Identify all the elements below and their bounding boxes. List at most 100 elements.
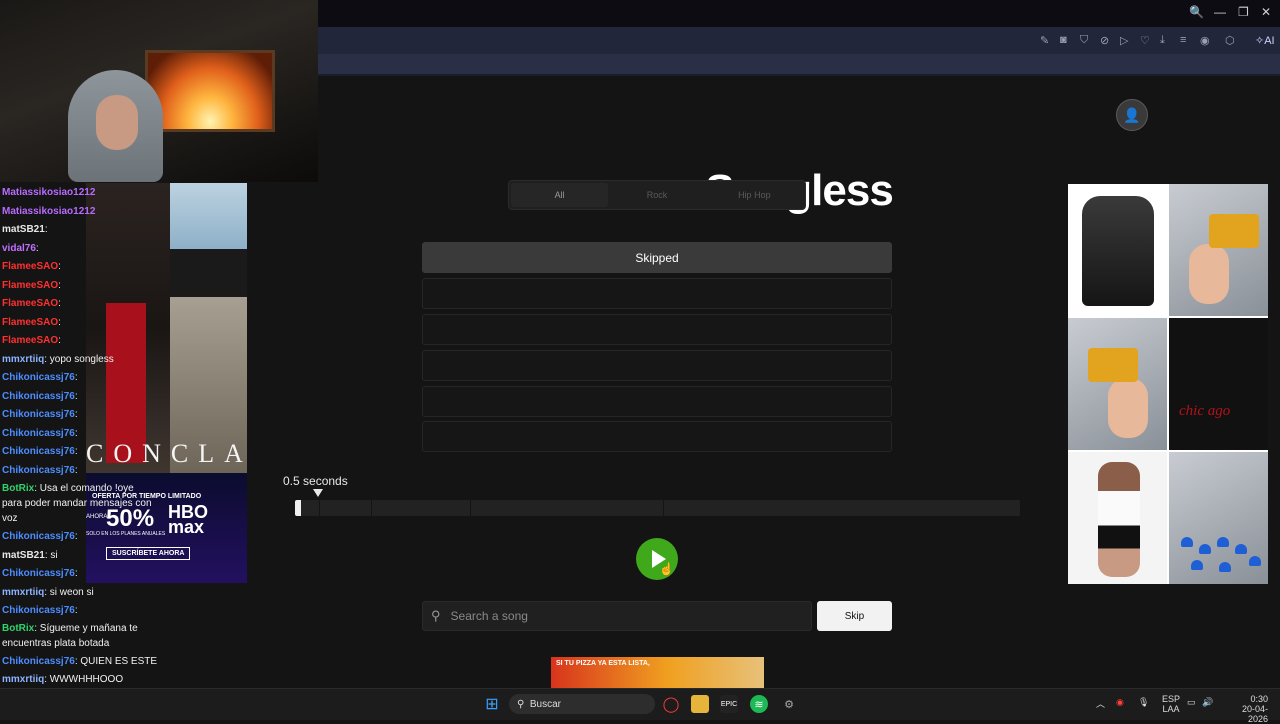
download-icon[interactable]: ⤓ — [1160, 34, 1165, 47]
chat-username[interactable]: Chikonicassj76 — [2, 428, 75, 439]
chat-username[interactable]: Matiassikosiao1212 — [2, 187, 95, 198]
close-button[interactable]: ✕ — [1261, 5, 1271, 19]
play-icon[interactable]: ▷ — [1120, 34, 1128, 47]
chat-username[interactable]: BotRix — [2, 623, 34, 634]
heart-icon[interactable]: ♡ — [1140, 34, 1150, 47]
chat-username[interactable]: Chikonicassj76 — [2, 656, 75, 667]
ad-dent-kit[interactable] — [1169, 452, 1268, 584]
chevron-up-icon[interactable]: ︿ — [1096, 697, 1105, 710]
progress-fill — [295, 500, 301, 516]
camera-icon[interactable]: ◙ — [1060, 34, 1067, 46]
chat-username[interactable]: Chikonicassj76 — [2, 372, 75, 383]
chat-text: : — [74, 605, 78, 616]
ad-clothing-model[interactable] — [1068, 452, 1167, 584]
chat-username[interactable]: FlameeSAO — [2, 280, 58, 291]
menu-icon[interactable]: ≡ — [1180, 34, 1186, 46]
chat-username[interactable]: mmxrtiiq — [2, 587, 44, 598]
chat-message: vidal76: — [2, 242, 39, 255]
opera-icon[interactable]: ◯ — [662, 695, 680, 713]
epic-games-icon[interactable]: EPIC — [720, 695, 738, 713]
address-bar[interactable] — [318, 27, 1280, 54]
tab-all[interactable]: All — [511, 183, 609, 207]
ad-dent-tool[interactable] — [1169, 184, 1268, 316]
chat-username[interactable]: mmxrtiiq — [2, 354, 44, 365]
bookmarks-bar — [318, 54, 1280, 76]
chat-message: Chikonicassj76: — [2, 567, 78, 580]
language-indicator[interactable]: ESP LAA — [1162, 694, 1180, 714]
ad-sweater[interactable]: chic ago — [1169, 318, 1268, 450]
minimize-button[interactable]: — — [1214, 5, 1226, 19]
chat-username[interactable]: Chikonicassj76 — [2, 446, 75, 457]
song-search-field[interactable]: ⚲ — [422, 601, 812, 631]
chat-message: voz — [2, 512, 18, 525]
pizza-ad-banner[interactable]: SI TU PIZZA YA ESTA LISTA, — [551, 657, 764, 688]
ad-jacket[interactable] — [1068, 184, 1167, 316]
ai-label: AI — [1264, 35, 1275, 47]
taskbar-search[interactable]: ⚲ Buscar — [509, 694, 655, 714]
chat-username[interactable]: mmxrtiiq — [2, 674, 44, 685]
hand-image — [1108, 378, 1148, 438]
spotify-icon[interactable]: ≋ — [750, 695, 768, 713]
chat-message: FlameeSAO: — [2, 279, 61, 292]
skip-button[interactable]: Skip — [817, 601, 892, 631]
chat-text: : — [35, 243, 39, 254]
microphone-icon[interactable]: 🎙 — [1138, 697, 1149, 708]
chat-username[interactable]: Chikonicassj76 — [2, 531, 75, 542]
ad-dent-tool-2[interactable] — [1068, 318, 1167, 450]
chat-username[interactable]: Chikonicassj76 — [2, 391, 75, 402]
chat-username[interactable]: FlameeSAO — [2, 335, 58, 346]
product-ad-grid[interactable]: chic ago — [1068, 184, 1268, 584]
app-icon[interactable]: ⚙ — [780, 695, 798, 713]
max-logo-text: max — [168, 517, 205, 537]
chat-text: encuentras plata botada — [2, 638, 110, 649]
block-icon[interactable]: ⊘ — [1100, 34, 1109, 47]
chat-text: : Usa el comando !oye — [34, 483, 134, 494]
monitor-icon[interactable]: ▭ — [1187, 697, 1196, 708]
chat-text: : — [74, 372, 78, 383]
chat-username[interactable]: BotRix — [2, 483, 34, 494]
chat-username[interactable]: matSB21 — [2, 224, 45, 235]
chat-username[interactable]: FlameeSAO — [2, 317, 58, 328]
extension-icon[interactable]: ⬡ — [1225, 34, 1235, 47]
chat-message: Chikonicassj76: — [2, 408, 78, 421]
ai-button[interactable]: ✧AI — [1255, 34, 1275, 47]
search-icon[interactable]: 🔍 — [1189, 5, 1204, 19]
chat-message: matSB21: — [2, 223, 48, 236]
progress-segment-divider — [319, 500, 320, 516]
chat-username[interactable]: Chikonicassj76 — [2, 409, 75, 420]
chat-username[interactable]: matSB21 — [2, 550, 45, 561]
profile-icon[interactable]: ◉ — [1200, 34, 1210, 47]
jacket-image — [1082, 196, 1154, 306]
chat-username[interactable]: Chikonicassj76 — [2, 465, 75, 476]
chat-message: mmxrtiiq: yopo songless — [2, 353, 114, 366]
sweater-text: chic ago — [1179, 403, 1231, 419]
chat-username[interactable]: vidal76 — [2, 243, 36, 254]
hand-image — [1189, 244, 1229, 304]
chat-message: Chikonicassj76: — [2, 371, 78, 384]
chat-username[interactable]: Chikonicassj76 — [2, 568, 75, 579]
user-account-button[interactable]: 👤 — [1116, 99, 1148, 131]
chat-username[interactable]: FlameeSAO — [2, 261, 58, 272]
clock-date: 20-04-2026 — [1241, 704, 1268, 724]
clock-time: 0:30 — [1250, 694, 1268, 704]
maximize-button[interactable]: ❐ — [1238, 5, 1249, 19]
file-explorer-icon[interactable] — [691, 695, 709, 713]
chat-text: : — [58, 317, 61, 328]
song-search-input[interactable] — [450, 609, 781, 623]
progress-track[interactable] — [295, 500, 1020, 516]
chat-username[interactable]: Chikonicassj76 — [2, 605, 75, 616]
shield-icon[interactable]: ⛉ — [1080, 34, 1088, 47]
tray-app-icon[interactable]: ◉ — [1116, 697, 1124, 708]
windows-start-icon[interactable]: ⊞ — [483, 695, 501, 713]
tab-hip-hop[interactable]: Hip Hop — [706, 183, 803, 207]
chat-text: : — [58, 261, 61, 272]
chat-message: Matiassikosiao1212 — [2, 205, 95, 218]
chat-text: : WWWHHHOOO — [44, 674, 124, 685]
user-icon: 👤 — [1123, 106, 1141, 123]
speaker-icon[interactable]: 🔊 — [1202, 697, 1213, 708]
stream-chat: Matiassikosiao1212 Matiassikosiao1212 matS… — [0, 183, 170, 717]
chat-username[interactable]: Matiassikosiao1212 — [2, 206, 95, 217]
tab-rock[interactable]: Rock — [608, 183, 705, 207]
chat-username[interactable]: FlameeSAO — [2, 298, 58, 309]
edit-icon[interactable]: ✎ — [1040, 34, 1049, 47]
